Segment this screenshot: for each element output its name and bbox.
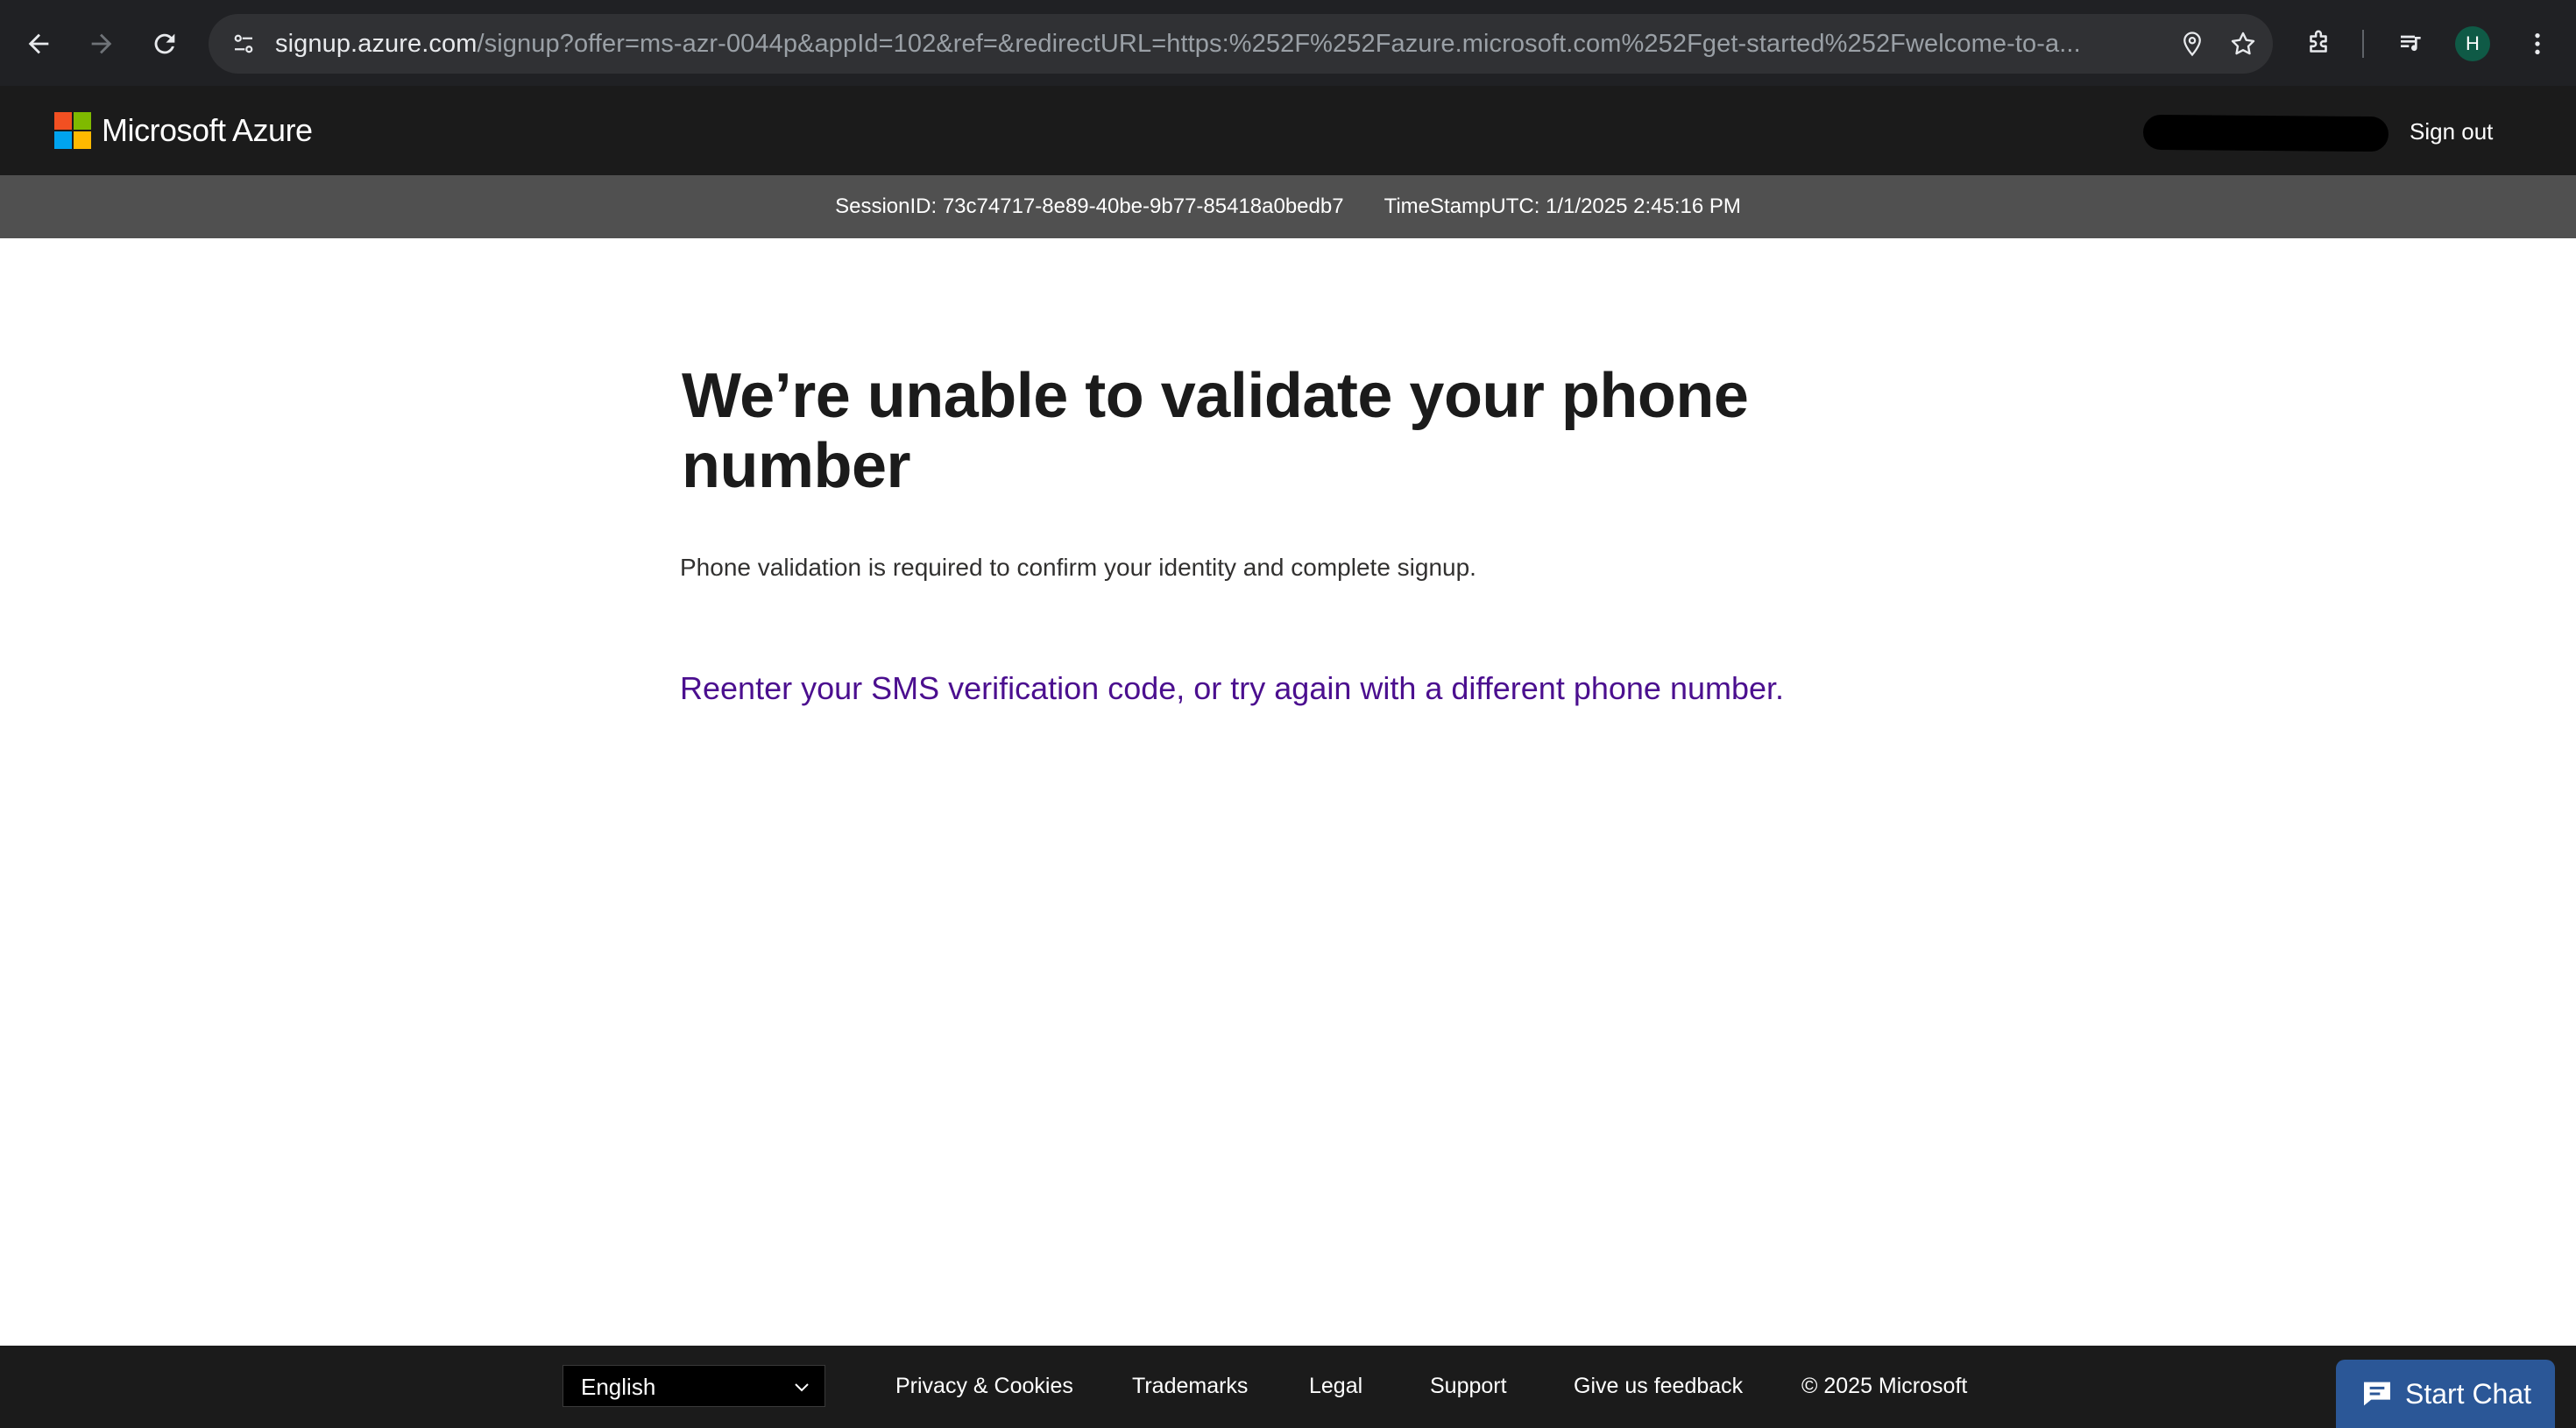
microsoft-logo-icon[interactable] (54, 112, 91, 149)
queue-music-icon (2401, 35, 2421, 52)
page-subtitle: Phone validation is required to confirm … (680, 554, 1476, 581)
extensions-button[interactable] (2296, 21, 2341, 67)
footer-link-legal[interactable]: Legal (1309, 1365, 1362, 1407)
start-chat-button[interactable]: Start Chat (2336, 1360, 2555, 1428)
copyright: © 2025 Microsoft (1801, 1374, 1968, 1398)
arrow-right-icon (91, 33, 112, 54)
puzzle-icon (2310, 30, 2327, 53)
session-id: SessionID: 73c74717-8e89-40be-9b77-85418… (835, 194, 1344, 218)
page-title: We’re unable to validate your phone numb… (682, 361, 1749, 501)
location-pin-icon (2183, 32, 2201, 57)
reload-icon (154, 33, 175, 54)
brand-name[interactable]: Microsoft Azure (102, 109, 313, 152)
profile-avatar[interactable]: H (2455, 26, 2490, 61)
logo-square-red (54, 112, 72, 130)
toolbar-divider (2362, 30, 2364, 58)
url-text[interactable]: signup.azure.com/signup?offer=ms-azr-004… (275, 14, 2159, 74)
sign-out-link[interactable]: Sign out (2410, 112, 2493, 151)
back-button[interactable] (16, 21, 61, 67)
language-select[interactable]: English (563, 1365, 825, 1407)
forward-button[interactable] (79, 21, 124, 67)
browser-menu-button[interactable] (2515, 21, 2560, 67)
location-button[interactable] (2175, 26, 2210, 61)
timestamp-utc: TimeStampUTC: 1/1/2025 2:45:16 PM (1384, 194, 1741, 218)
address-bar[interactable]: signup.azure.com/signup?offer=ms-azr-004… (209, 14, 2273, 74)
browser-toolbar: signup.azure.com/signup?offer=ms-azr-004… (0, 0, 2576, 86)
logo-square-green (74, 112, 91, 130)
retry-verification-link[interactable]: Reenter your SMS verification code, or t… (680, 666, 1907, 711)
chat-icon (2363, 1382, 2390, 1406)
arrow-left-icon (28, 33, 49, 54)
reload-button[interactable] (142, 21, 188, 67)
footer-link-support[interactable]: Support (1430, 1365, 1507, 1407)
session-info-bar: SessionID: 73c74717-8e89-40be-9b77-85418… (0, 175, 2576, 238)
url-path: /signup?offer=ms-azr-0044p&appId=102&ref… (477, 30, 2081, 58)
start-chat-label: Start Chat (2404, 1377, 2532, 1410)
footer: English Privacy & Cookies Trademarks Leg… (0, 1346, 2576, 1428)
footer-link-privacy[interactable]: Privacy & Cookies (895, 1365, 1073, 1407)
azure-header: Microsoft Azure Sign out (0, 86, 2576, 175)
site-info-button[interactable] (223, 23, 265, 65)
bookmark-button[interactable] (2226, 26, 2261, 61)
language-selected-value: English (581, 1374, 656, 1400)
footer-link-feedback[interactable]: Give us feedback (1574, 1365, 1743, 1407)
logo-square-blue (54, 131, 72, 149)
footer-link-trademarks[interactable]: Trademarks (1132, 1365, 1248, 1407)
chevron-down-icon (795, 1383, 809, 1392)
redacted-account-name (2142, 114, 2389, 152)
tune-icon (234, 34, 253, 53)
more-vertical-icon (2535, 33, 2540, 54)
logo-square-yellow (74, 131, 91, 149)
url-host: signup.azure.com (275, 30, 478, 58)
media-controls-button[interactable] (2388, 21, 2434, 67)
star-icon (2231, 32, 2255, 55)
